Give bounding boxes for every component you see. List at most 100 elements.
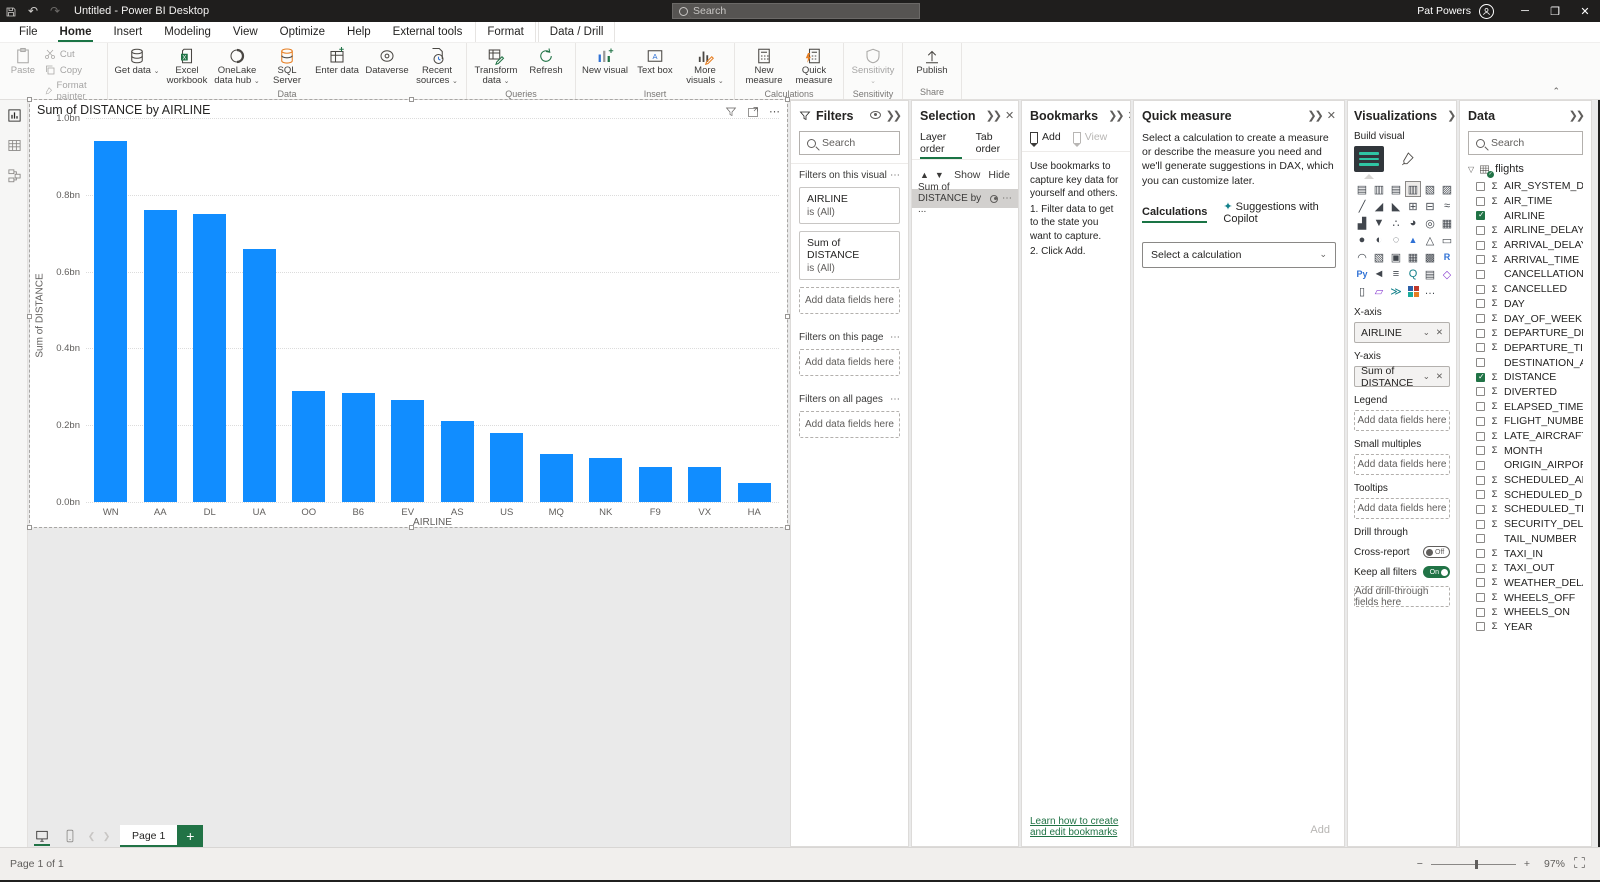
- tooltips-dropzone[interactable]: Add data fields here: [1354, 498, 1450, 519]
- dataverse-button[interactable]: Dataverse ⌄: [362, 45, 412, 77]
- python-visual-icon[interactable]: Py: [1354, 266, 1370, 282]
- field-checkbox[interactable]: [1476, 461, 1485, 470]
- field-checkbox[interactable]: [1476, 226, 1485, 235]
- item-more-options-icon[interactable]: ⋯: [1002, 193, 1012, 204]
- user-avatar-icon[interactable]: [1479, 4, 1494, 19]
- add-bookmark-button[interactable]: Add: [1030, 131, 1061, 143]
- airline-filter-card[interactable]: AIRLINE is (All): [799, 187, 900, 224]
- stacked-bar-chart-icon[interactable]: ▤: [1354, 181, 1370, 197]
- bar[interactable]: [490, 433, 523, 502]
- close-button[interactable]: ✕: [1570, 0, 1600, 22]
- chevron-down-icon[interactable]: ⌄: [1423, 327, 1430, 338]
- resize-handle[interactable]: [409, 525, 414, 530]
- section-more-options-icon[interactable]: ⋯: [890, 394, 900, 405]
- tab-order-tab[interactable]: Tab order: [976, 131, 1010, 159]
- help-tab[interactable]: Help: [336, 22, 382, 42]
- destination-ai-field[interactable]: DESTINATION_AI...: [1476, 355, 1583, 370]
- onelake-data-hub-button[interactable]: OneLake data hub ⌄: [212, 45, 262, 88]
- collapse-pane-icon[interactable]: ❯❯: [1108, 111, 1122, 122]
- x-axis-field-pill[interactable]: AIRLINE ⌄ ✕: [1354, 322, 1450, 343]
- funnel-chart-icon[interactable]: ▼: [1371, 215, 1387, 231]
- elapsed-time-field[interactable]: ELAPSED_TIME: [1476, 399, 1583, 414]
- cut-button[interactable]: Cut: [42, 47, 103, 61]
- scatter-chart-icon[interactable]: ∴: [1388, 215, 1404, 231]
- focus-mode-icon[interactable]: [747, 106, 759, 118]
- ribbon-chart-icon[interactable]: ≈: [1439, 198, 1455, 214]
- year-field[interactable]: YEAR: [1476, 620, 1583, 635]
- minimize-button[interactable]: ─: [1510, 0, 1540, 22]
- quick-measure-button[interactable]: Quick measure ⌄: [789, 45, 839, 88]
- stacked-area-chart-icon[interactable]: ◣: [1388, 198, 1404, 214]
- field-checkbox[interactable]: [1476, 255, 1485, 264]
- toggle-visibility-icon[interactable]: [990, 195, 998, 203]
- air-system-de-field[interactable]: AIR_SYSTEM_DE...: [1476, 179, 1583, 194]
- format-tab[interactable]: Format: [475, 22, 535, 42]
- small-multiples-dropzone[interactable]: Add data fields here: [1354, 454, 1450, 475]
- format-visual-mode-button[interactable]: [1394, 146, 1420, 172]
- collapse-ribbon-icon[interactable]: ⌃: [1552, 86, 1560, 97]
- field-checkbox[interactable]: [1476, 285, 1485, 294]
- redo-icon[interactable]: ↷: [44, 4, 66, 18]
- paginated-report-icon[interactable]: ▯: [1354, 283, 1370, 299]
- sum-of-distance-filter-card[interactable]: Sum of DISTANCE is (All): [799, 231, 900, 280]
- field-checkbox[interactable]: [1476, 314, 1485, 323]
- field-checkbox[interactable]: [1476, 622, 1485, 631]
- field-checkbox[interactable]: [1476, 373, 1485, 382]
- excel-workbook-button[interactable]: Excel workbook ⌄: [162, 45, 212, 88]
- bar[interactable]: [193, 214, 226, 502]
- collapse-pane-icon[interactable]: ❯❯: [1447, 111, 1457, 122]
- view-tab[interactable]: View: [222, 22, 269, 42]
- copy-button[interactable]: Copy: [42, 63, 103, 77]
- qa-visual-icon[interactable]: Q: [1405, 266, 1421, 282]
- cross-report-toggle[interactable]: Off: [1423, 546, 1450, 558]
- desktop-layout-button[interactable]: [28, 825, 56, 847]
- power-automate-icon[interactable]: ≫: [1388, 283, 1404, 299]
- zoom-slider[interactable]: [1431, 864, 1516, 865]
- bar[interactable]: [342, 393, 375, 502]
- treemap-icon[interactable]: ▦: [1439, 215, 1455, 231]
- bar[interactable]: [738, 483, 771, 502]
- scheduled-de-field[interactable]: SCHEDULED_DE...: [1476, 487, 1583, 502]
- new-page-button[interactable]: +: [177, 825, 203, 847]
- table-icon[interactable]: ▦: [1405, 249, 1421, 265]
- restore-button[interactable]: ❐: [1540, 0, 1570, 22]
- taxi-out-field[interactable]: TAXI_OUT: [1476, 561, 1583, 576]
- line-and-stacked-column-chart-icon[interactable]: ⊞: [1405, 198, 1421, 214]
- airline-delay-field[interactable]: AIRLINE_DELAY: [1476, 223, 1583, 238]
- taxi-in-field[interactable]: TAXI_IN: [1476, 546, 1583, 561]
- key-influencers-icon[interactable]: ◄: [1371, 266, 1387, 282]
- calculations-tab[interactable]: Calculations: [1142, 206, 1207, 223]
- field-checkbox[interactable]: [1476, 417, 1485, 426]
- field-checkbox[interactable]: [1476, 549, 1485, 558]
- page-tab[interactable]: Page 1: [120, 825, 177, 847]
- air-time-field[interactable]: AIR_TIME: [1476, 194, 1583, 209]
- report-canvas[interactable]: ⋯ Sum of DISTANCE by AIRLINE Sum of DIST…: [28, 100, 790, 847]
- field-checkbox[interactable]: [1476, 182, 1485, 191]
- bar[interactable]: [144, 210, 177, 502]
- waterfall-chart-icon[interactable]: ▟: [1354, 215, 1370, 231]
- global-search-box[interactable]: [672, 3, 920, 19]
- filters-search-input[interactable]: [822, 137, 892, 149]
- field-checkbox[interactable]: [1476, 564, 1485, 573]
- data-search-box[interactable]: [1468, 131, 1583, 155]
- field-checkbox[interactable]: [1476, 387, 1485, 396]
- month-field[interactable]: MONTH: [1476, 443, 1583, 458]
- legend-dropzone[interactable]: Add data fields here: [1354, 410, 1450, 431]
- new-measure-button[interactable]: New measure ⌄: [739, 45, 789, 88]
- selection-layer-item[interactable]: Sum of DISTANCE by ... ⋯: [912, 189, 1018, 208]
- report-view-button[interactable]: [0, 100, 28, 130]
- bar[interactable]: [639, 467, 672, 502]
- global-search-input[interactable]: [693, 5, 893, 17]
- kpi-icon[interactable]: ▧: [1371, 249, 1387, 265]
- view-bookmarks-button[interactable]: View: [1073, 131, 1108, 143]
- undo-icon[interactable]: ↶: [22, 4, 44, 18]
- modeling-tab[interactable]: Modeling: [153, 22, 222, 42]
- move-up-icon[interactable]: ▲: [920, 170, 929, 180]
- collapse-pane-icon[interactable]: ❯❯: [1569, 111, 1583, 122]
- resize-handle[interactable]: [27, 525, 32, 530]
- 100-stacked-column-chart-icon[interactable]: ▨: [1439, 181, 1455, 197]
- bar[interactable]: [243, 249, 276, 502]
- map-icon[interactable]: ●: [1354, 232, 1370, 248]
- insert-tab[interactable]: Insert: [102, 22, 153, 42]
- add-filter-dropzone[interactable]: Add data fields here: [799, 411, 900, 438]
